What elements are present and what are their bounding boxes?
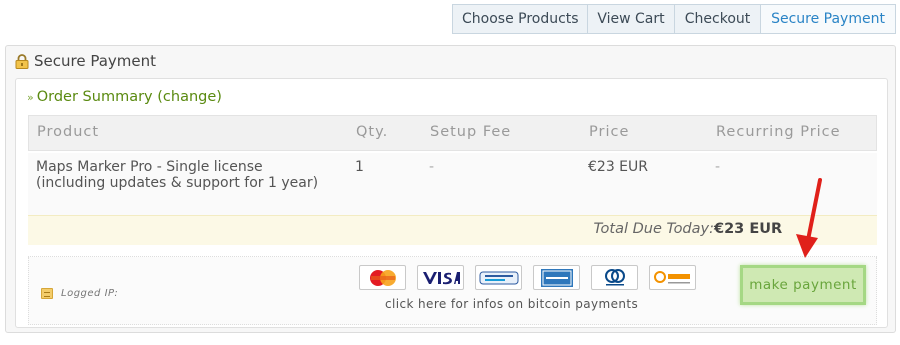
- ip-icon: [41, 288, 53, 299]
- lock-icon: [15, 53, 29, 69]
- product-setup-fee: -: [429, 159, 435, 175]
- table-row: Maps Marker Pro - Single license (includ…: [28, 153, 877, 215]
- step-secure-payment[interactable]: Secure Payment: [761, 5, 895, 33]
- total-due-value: €23 EUR: [714, 221, 783, 237]
- paypal-icon[interactable]: [475, 265, 522, 290]
- step-checkout[interactable]: Checkout: [675, 5, 761, 33]
- panel-title: Secure Payment: [15, 52, 156, 70]
- product-qty: 1: [355, 159, 364, 175]
- product-name: Maps Marker Pro - Single license (includ…: [36, 159, 319, 191]
- step-view-cart[interactable]: View Cart: [588, 5, 675, 33]
- red-arrow-icon: [796, 178, 822, 258]
- header-qty: Qty.: [356, 124, 389, 140]
- product-price: €23 EUR: [588, 159, 648, 175]
- order-summary-title: Order Summary: [36, 89, 153, 105]
- diners-club-icon[interactable]: [591, 265, 638, 290]
- visa-icon[interactable]: [417, 265, 464, 290]
- header-recurring-price: Recurring Price: [716, 124, 841, 140]
- logged-ip: Logged IP:: [41, 288, 118, 299]
- checkout-steps: Choose Products View Cart Checkout Secur…: [452, 4, 896, 34]
- raquo-icon: »: [27, 91, 34, 104]
- order-summary-heading: » Order Summary (change): [27, 89, 222, 105]
- bitcoin-info-link[interactable]: click here for infos on bitcoin payments: [385, 297, 638, 311]
- secure-payment-panel: Secure Payment » Order Summary (change) P…: [5, 45, 896, 333]
- total-due-label: Total Due Today:: [593, 221, 714, 237]
- american-express-icon[interactable]: [533, 265, 580, 290]
- product-recurring-price: -: [715, 159, 721, 175]
- table-header: Product Qty. Setup Fee Price Recurring P…: [28, 115, 877, 151]
- logged-ip-label: Logged IP:: [61, 288, 119, 299]
- panel-title-text: Secure Payment: [34, 52, 157, 70]
- spacer: [28, 245, 877, 257]
- sofort-icon[interactable]: [649, 265, 696, 290]
- step-choose-products[interactable]: Choose Products: [453, 5, 588, 33]
- header-price: Price: [589, 124, 630, 140]
- mastercard-icon[interactable]: [359, 265, 406, 290]
- total-row: Total Due Today: €23 EUR: [28, 215, 877, 245]
- make-payment-button[interactable]: make payment: [740, 265, 866, 305]
- header-product: Product: [37, 124, 100, 140]
- order-container: » Order Summary (change) Product Qty. Set…: [15, 78, 888, 328]
- payment-methods: [359, 265, 707, 290]
- payment-row: Logged IP: click here for infos on bitco…: [28, 257, 877, 325]
- header-setup-fee: Setup Fee: [430, 124, 512, 140]
- change-link[interactable]: change: [163, 89, 216, 105]
